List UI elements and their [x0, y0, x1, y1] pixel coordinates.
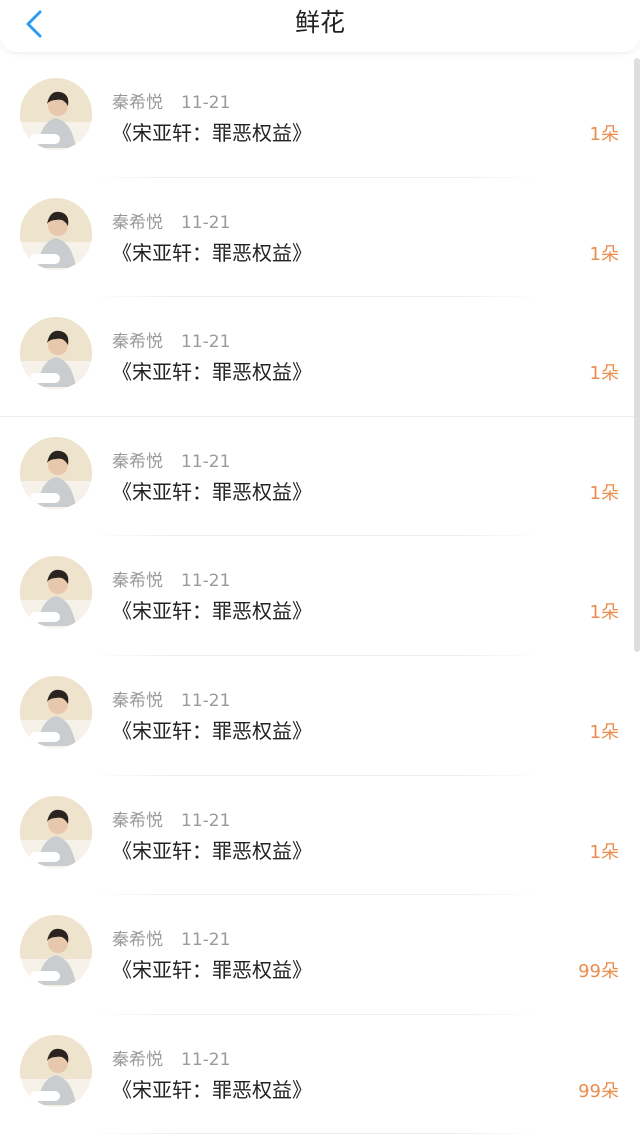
- item-date: 11-21: [181, 930, 231, 951]
- page-title: 鲜花: [294, 8, 345, 37]
- user-name: 秦希悦: [112, 212, 163, 233]
- list-item[interactable]: 秦希悦 11-21 《宋亚轩：罪恶权益》 1朵: [0, 776, 640, 896]
- flower-count: 1朵: [589, 243, 619, 265]
- flower-count: 1朵: [589, 482, 619, 504]
- flower-count: 1朵: [589, 721, 619, 743]
- book-title: 《宋亚轩：罪恶权益》: [112, 718, 312, 743]
- avatar: [20, 915, 92, 988]
- scrollbar[interactable]: [634, 58, 640, 652]
- divider: [90, 1133, 540, 1135]
- list-item[interactable]: 秦希悦 11-21 《宋亚轩：罪恶权益》 1朵: [0, 536, 640, 656]
- item-meta: 秦希悦 11-21: [112, 208, 230, 233]
- item-date: 11-21: [181, 332, 231, 353]
- book-title: 《宋亚轩：罪恶权益》: [112, 599, 312, 624]
- avatar: [20, 795, 92, 868]
- item-meta: 秦希悦 11-21: [112, 447, 230, 472]
- list-item[interactable]: 秦希悦 11-21 《宋亚轩：罪恶权益》 1朵: [0, 417, 640, 537]
- list-item[interactable]: 秦希悦 11-21 《宋亚轩：罪恶权益》 1朵: [0, 656, 640, 776]
- item-date: 11-21: [181, 571, 231, 592]
- item-meta: 秦希悦 11-21: [112, 686, 230, 711]
- item-date: 11-21: [181, 212, 231, 233]
- avatar: [20, 1034, 92, 1107]
- book-title: 《宋亚轩：罪恶权益》: [112, 121, 312, 145]
- list-item[interactable]: 秦希悦 11-21 《宋亚轩：罪恶权益》 99朵: [0, 1015, 640, 1135]
- flower-count: 1朵: [589, 363, 619, 385]
- item-date: 11-21: [181, 451, 231, 472]
- top-bar: 鲜花: [0, 0, 640, 52]
- user-name: 秦希悦: [112, 571, 163, 592]
- item-date: 11-21: [181, 690, 231, 711]
- list-item[interactable]: 秦希悦 11-21 《宋亚轩：罪恶权益》 1朵: [0, 58, 640, 178]
- flower-count: 1朵: [589, 602, 619, 624]
- avatar: [20, 317, 92, 390]
- user-name: 秦希悦: [112, 1049, 163, 1070]
- avatar: [20, 78, 92, 150]
- item-meta: 秦希悦 11-21: [112, 806, 230, 831]
- user-name: 秦希悦: [112, 810, 163, 831]
- list-item[interactable]: 秦希悦 11-21 《宋亚轩：罪恶权益》 1朵: [0, 178, 640, 298]
- avatar: [20, 675, 92, 748]
- item-date: 11-21: [181, 93, 231, 113]
- book-title: 《宋亚轩：罪恶权益》: [112, 240, 312, 265]
- book-title: 《宋亚轩：罪恶权益》: [112, 958, 312, 983]
- avatar: [20, 556, 92, 629]
- item-meta: 秦希悦 11-21: [112, 925, 230, 950]
- user-name: 秦希悦: [112, 93, 163, 113]
- flower-count: 1朵: [589, 841, 619, 863]
- item-meta: 秦希悦 11-21: [112, 88, 230, 113]
- flower-count: 1朵: [589, 124, 619, 145]
- list-item[interactable]: 秦希悦 11-21 《宋亚轩：罪恶权益》 1朵: [0, 297, 640, 417]
- avatar: [20, 436, 92, 509]
- item-meta: 秦希悦 11-21: [112, 566, 230, 591]
- user-name: 秦希悦: [112, 451, 163, 472]
- user-name: 秦希悦: [112, 332, 163, 353]
- flower-count: 99朵: [578, 961, 619, 983]
- item-meta: 秦希悦 11-21: [112, 1045, 230, 1070]
- flower-record-list: 秦希悦 11-21 《宋亚轩：罪恶权益》 1朵 秦希悦 11-21 《宋亚轩：罪…: [0, 58, 640, 1135]
- book-title: 《宋亚轩：罪恶权益》: [112, 479, 312, 504]
- list-item[interactable]: 秦希悦 11-21 《宋亚轩：罪恶权益》 99朵: [0, 895, 640, 1015]
- book-title: 《宋亚轩：罪恶权益》: [112, 838, 312, 863]
- avatar: [20, 197, 92, 270]
- user-name: 秦希悦: [112, 690, 163, 711]
- item-date: 11-21: [181, 810, 231, 831]
- user-name: 秦希悦: [112, 930, 163, 951]
- book-title: 《宋亚轩：罪恶权益》: [112, 360, 312, 385]
- flower-list-page: 鲜花 秦希悦 11-21 《宋亚轩：罪恶权益》 1朵 秦希悦 11-21 《宋亚…: [0, 0, 640, 1141]
- flower-count: 99朵: [578, 1080, 619, 1102]
- item-date: 11-21: [181, 1049, 231, 1070]
- book-title: 《宋亚轩：罪恶权益》: [112, 1077, 312, 1102]
- item-meta: 秦希悦 11-21: [112, 327, 230, 352]
